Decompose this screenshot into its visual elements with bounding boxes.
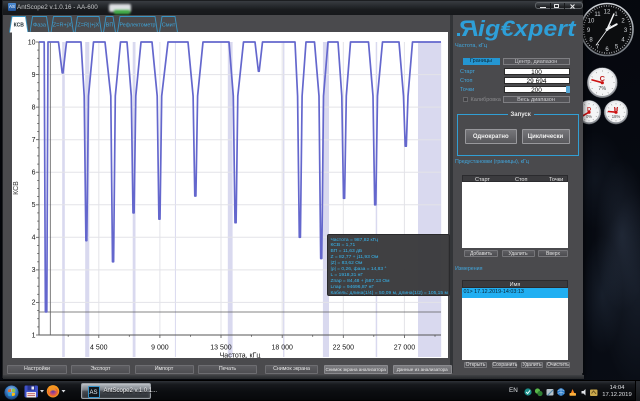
svg-text:1: 1 — [32, 332, 36, 339]
svg-text:12: 12 — [604, 10, 611, 16]
svg-text:0%: 0% — [586, 114, 592, 119]
svg-text:3: 3 — [32, 267, 36, 274]
svg-text:13 500: 13 500 — [210, 345, 232, 352]
svg-text:18%: 18% — [612, 114, 621, 119]
svg-text:10: 10 — [28, 39, 36, 46]
svg-text:Z=R+jX: Z=R+jX — [53, 23, 72, 29]
svg-text:9: 9 — [32, 72, 36, 79]
svg-text:9 000: 9 000 — [151, 345, 169, 352]
svg-text:22 500: 22 500 — [333, 345, 355, 352]
svg-text:Смит: Смит — [162, 23, 176, 29]
svg-text:4 500: 4 500 — [90, 345, 108, 352]
svg-text:Частота, кГц: Частота, кГц — [220, 353, 261, 359]
svg-text:7: 7 — [32, 137, 36, 144]
svg-text:КСВ: КСВ — [14, 23, 25, 29]
svg-text:7%: 7% — [598, 86, 606, 92]
svg-text:6: 6 — [32, 170, 36, 177]
svg-text:КСВ: КСВ — [13, 181, 20, 195]
svg-text:Рефлектометр: Рефлектометр — [120, 23, 156, 29]
svg-text:5: 5 — [32, 202, 36, 209]
svg-text:27 000: 27 000 — [394, 345, 416, 352]
svg-text:18 000: 18 000 — [271, 345, 293, 352]
svg-text:ВП: ВП — [106, 23, 114, 29]
svg-text:Z=R||+jX: Z=R||+jX — [77, 23, 99, 29]
svg-text:Фаза: Фаза — [33, 23, 47, 29]
svg-text:2: 2 — [32, 300, 36, 307]
svg-text:8: 8 — [32, 104, 36, 111]
svg-text:4: 4 — [32, 235, 36, 242]
